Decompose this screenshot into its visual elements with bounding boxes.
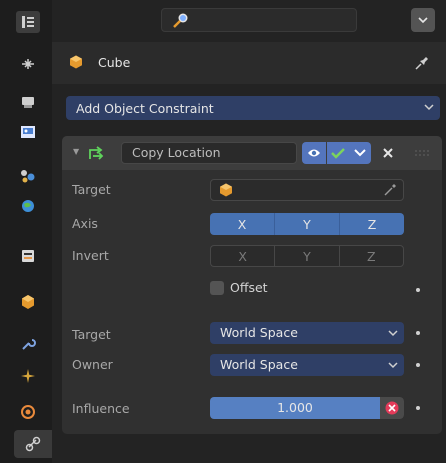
owner-space-value: World Space xyxy=(220,357,298,372)
disable-keep-transform-button[interactable] xyxy=(380,397,404,419)
collection-icon xyxy=(22,295,34,309)
tab-render[interactable] xyxy=(18,92,38,112)
target-space-keyframe-dot[interactable] xyxy=(416,331,420,335)
tab-view-layer[interactable] xyxy=(18,166,38,186)
influence-keyframe-dot[interactable] xyxy=(416,406,420,410)
offset-keyframe-dot[interactable] xyxy=(416,288,420,292)
search-input[interactable] xyxy=(161,8,357,32)
target-space-label: Target xyxy=(72,327,111,342)
add-object-constraint-dropdown[interactable]: Add Object Constraint xyxy=(66,96,440,120)
chevron-down-icon xyxy=(424,104,434,111)
tab-output[interactable] xyxy=(18,122,38,142)
printer-icon xyxy=(21,126,35,138)
invert-z-toggle[interactable]: Z xyxy=(338,245,404,267)
axis-y-toggle[interactable]: Y xyxy=(275,213,340,235)
owner-space-keyframe-dot[interactable] xyxy=(416,363,420,367)
properties-tab-strip xyxy=(0,0,52,463)
target-object-field[interactable] xyxy=(210,179,404,201)
constraint-icon xyxy=(25,436,41,452)
scene-icon xyxy=(22,200,34,212)
world-icon xyxy=(22,250,34,262)
axis-x-toggle[interactable]: X xyxy=(210,213,275,235)
invert-x-toggle[interactable]: X xyxy=(210,245,275,267)
cube-icon xyxy=(220,183,232,197)
offset-label: Offset xyxy=(230,280,268,295)
chevron-down-icon xyxy=(388,330,398,337)
axis-toggle-group: X Y Z xyxy=(210,213,404,235)
axis-label: Axis xyxy=(72,216,98,231)
tab-collection[interactable] xyxy=(18,292,38,312)
tab-constraints[interactable] xyxy=(14,430,52,458)
image-icon xyxy=(21,170,35,183)
influence-label: Influence xyxy=(72,401,130,416)
tab-tool[interactable] xyxy=(18,54,38,74)
tab-physics[interactable] xyxy=(18,402,38,422)
wrench-icon xyxy=(22,339,36,350)
tab-world[interactable] xyxy=(18,246,38,266)
tool-icon xyxy=(22,59,34,69)
influence-slider[interactable]: 1.000 xyxy=(210,397,404,419)
add-object-constraint-label: Add Object Constraint xyxy=(76,100,214,116)
chevron-down-icon xyxy=(388,362,398,369)
eyedropper-icon[interactable] xyxy=(383,183,397,197)
particles-icon xyxy=(21,369,35,383)
offset-checkbox[interactable] xyxy=(210,281,224,295)
render-icon xyxy=(22,97,34,108)
invert-toggle-group: X Y Z xyxy=(210,245,404,267)
properties-editor-icon xyxy=(22,16,34,28)
tab-modifier[interactable] xyxy=(18,366,38,386)
options-button[interactable] xyxy=(411,8,435,32)
pin-icon[interactable] xyxy=(415,54,431,70)
invert-label: Invert xyxy=(72,248,109,263)
physics-icon xyxy=(21,405,35,419)
owner-space-label: Owner xyxy=(72,357,113,372)
invert-y-toggle[interactable]: Y xyxy=(274,245,339,267)
target-label: Target xyxy=(72,182,111,197)
chevron-down-icon xyxy=(418,17,428,24)
tab-scene[interactable] xyxy=(18,196,38,216)
owner-space-dropdown[interactable]: World Space xyxy=(210,354,404,376)
target-space-value: World Space xyxy=(220,325,298,340)
axis-z-toggle[interactable]: Z xyxy=(340,213,404,235)
influence-value: 1.000 xyxy=(277,400,313,415)
object-name: Cube xyxy=(98,55,131,70)
editor-type-button[interactable] xyxy=(16,11,40,33)
object-context-row: Cube xyxy=(52,42,446,84)
properties-header xyxy=(52,0,446,42)
constraint-body: Target Axis X Y Z Invert X Y Z Offset Ta… xyxy=(62,136,442,434)
tab-object[interactable] xyxy=(18,334,38,354)
search-icon xyxy=(173,13,188,28)
cube-icon xyxy=(70,55,82,69)
remove-circle-icon xyxy=(385,401,399,415)
target-space-dropdown[interactable]: World Space xyxy=(210,322,404,344)
